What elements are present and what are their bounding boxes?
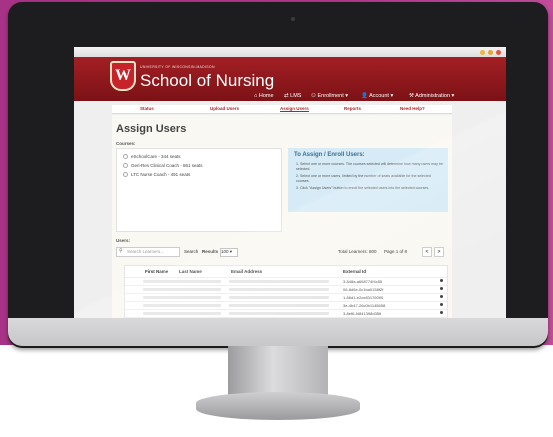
external-id: 3e-4b47-26c0b1145658 [343, 303, 386, 308]
course-item[interactable]: Geri-Res Clinical Coach - 861 seats [123, 163, 203, 169]
screen: W UNIVERSITY OF WISCONSIN-MADISON School… [74, 47, 506, 324]
info-icon[interactable] [440, 279, 443, 282]
instruction-step: 2. Select one or more users, limited by … [296, 174, 431, 183]
column-header[interactable]: Email Address [231, 269, 262, 274]
redacted-cell [143, 312, 221, 315]
minimize-icon[interactable] [480, 50, 485, 55]
nav-administration[interactable]: ⚒ Administration ▾ [409, 93, 454, 99]
instruction-step: 1. Select one or more courses. The cours… [296, 162, 443, 171]
next-page-button[interactable]: > [434, 247, 444, 257]
redacted-cell [143, 280, 221, 283]
monitor-bezel: W UNIVERSITY OF WISCONSIN-MADISON School… [8, 2, 548, 348]
close-icon[interactable] [496, 50, 501, 55]
page-title: Assign Users [116, 123, 187, 135]
redacted-cell [143, 304, 221, 307]
table-row[interactable]: 06-8d5e-0c1ba0158f2f [125, 285, 447, 293]
tab-status[interactable]: Status [140, 106, 154, 111]
redacted-cell [229, 296, 329, 299]
nav-lms[interactable]: ⇄ LMS [284, 93, 301, 99]
external-id: 1-86d1-e2ce83176090 [343, 295, 384, 300]
info-icon[interactable] [440, 287, 443, 290]
info-icon[interactable] [440, 311, 443, 314]
monitor-chin [8, 318, 548, 346]
redacted-cell [229, 280, 329, 283]
search-placeholder: Search Learners... [127, 249, 165, 254]
redacted-cell [229, 288, 329, 291]
table-row[interactable]: 3-848a-a668774f4c55 [125, 277, 447, 285]
nav-home[interactable]: ⌂ Home [254, 93, 274, 99]
search-icon: ⚲ [119, 248, 123, 254]
external-id: 3-848a-a668774f4c55 [343, 279, 383, 284]
radio-icon[interactable] [123, 172, 128, 178]
nav-account[interactable]: 👤 Account ▾ [361, 93, 393, 99]
maximize-icon[interactable] [488, 50, 493, 55]
school-name: School of Nursing [140, 71, 275, 90]
camera-icon [291, 17, 295, 21]
nav-enrollment[interactable]: ⚇ Enrollment ▾ [311, 93, 348, 99]
table-row[interactable]: 1-86d1-e2ce83176090 [125, 293, 447, 301]
browser-titlebar [74, 47, 506, 57]
external-id: 3-8ef6-f4841398d356 [343, 311, 382, 316]
tab-upload-users[interactable]: Upload Users [210, 106, 239, 111]
results-select[interactable]: 100 ▾ [220, 248, 238, 257]
radio-icon[interactable] [123, 163, 128, 169]
redacted-cell [229, 312, 329, 315]
tab-need-help[interactable]: Need Help? [400, 106, 425, 111]
tab-reports[interactable]: Reports [344, 106, 361, 111]
results-label: Results [202, 249, 219, 254]
column-header[interactable]: Last Name [179, 269, 202, 274]
monitor-stand-base [196, 392, 360, 420]
courses-list: eSchoolCare - 344 seats Geri-Res Clinica… [116, 148, 282, 232]
courses-label: Courses: [116, 141, 136, 146]
tab-bar: Status Upload Users Assign Users Reports… [112, 105, 452, 114]
search-input[interactable]: ⚲ Search Learners... [116, 247, 180, 257]
total-learners: Total Learners: 800 [338, 249, 377, 254]
instructions-title: To Assign / Enroll Users: [294, 152, 365, 158]
redacted-cell [229, 304, 329, 307]
table-row[interactable]: 3e-4b47-26c0b1145658 [125, 301, 447, 309]
main-content: Assign Users Courses: eSchoolCare - 344 … [112, 115, 452, 324]
info-icon[interactable] [440, 295, 443, 298]
course-item[interactable]: LTC Nurse Coach - 491 seats [123, 172, 190, 178]
table-row[interactable]: 3-8ef6-f4841398d356 [125, 309, 447, 317]
radio-icon[interactable] [123, 154, 128, 160]
uw-crest-logo[interactable]: W [110, 61, 136, 91]
redacted-cell [143, 288, 221, 291]
search-button[interactable]: Search [184, 249, 198, 254]
column-header[interactable]: External Id [343, 269, 366, 274]
info-icon[interactable] [440, 303, 443, 306]
users-label: Users: [116, 238, 131, 243]
external-id: 06-8d5e-0c1ba0158f2f [343, 287, 384, 292]
site-header: W UNIVERSITY OF WISCONSIN-MADISON School… [74, 57, 506, 101]
instructions-panel: To Assign / Enroll Users: 1. Select one … [288, 148, 448, 212]
course-item[interactable]: eSchoolCare - 344 seats [123, 154, 181, 160]
tab-assign-users[interactable]: Assign Users [280, 106, 309, 112]
redacted-cell [143, 296, 221, 299]
instruction-step: 3. Click "Assign Users" button to enroll… [296, 186, 430, 190]
university-name: UNIVERSITY OF WISCONSIN-MADISON [140, 65, 215, 69]
page-indicator: Page 1 of 8 [384, 249, 408, 254]
users-table: First Name Last Name Email Address Exter… [124, 265, 448, 324]
column-header[interactable]: First Name [145, 269, 168, 274]
monitor-stand-neck [228, 346, 328, 396]
prev-page-button[interactable]: < [422, 247, 432, 257]
